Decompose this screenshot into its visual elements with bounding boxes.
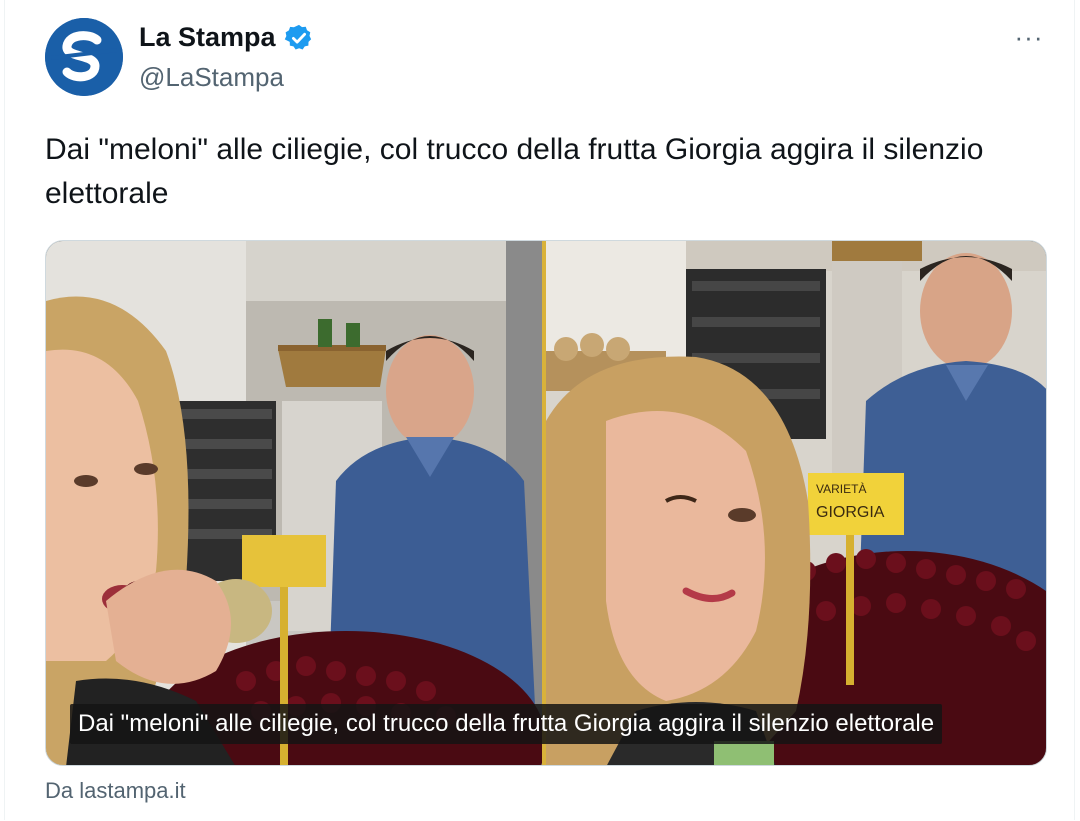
tweet-card: La Stampa @LaStampa ··· Dai "meloni" all… bbox=[4, 0, 1075, 820]
video-frame-right: VARIETÀ GIORGIA bbox=[546, 241, 1046, 765]
verified-badge-icon bbox=[284, 23, 314, 53]
more-options-icon[interactable]: ··· bbox=[1009, 22, 1049, 52]
video-caption: Dai "meloni" alle ciliegie, col trucco d… bbox=[70, 704, 943, 744]
video-media[interactable]: VARIETÀ GIORGIA Dai "meloni" alle cilieg… bbox=[45, 240, 1047, 766]
tweet-text: Dai "meloni" alle ciliegie, col trucco d… bbox=[45, 133, 984, 210]
sign-text-line2: GIORGIA bbox=[816, 504, 885, 521]
video-frame-left bbox=[46, 241, 542, 765]
author-name-text: La Stampa bbox=[139, 22, 276, 52]
source-link[interactable]: Da lastampa.it bbox=[45, 778, 186, 804]
sign-text-line1: VARIETÀ bbox=[816, 481, 866, 496]
la-stampa-logo-icon bbox=[45, 18, 123, 96]
author-name[interactable]: La Stampa bbox=[139, 22, 314, 53]
author-avatar[interactable] bbox=[45, 18, 123, 96]
author-handle[interactable]: @LaStampa bbox=[139, 62, 284, 93]
